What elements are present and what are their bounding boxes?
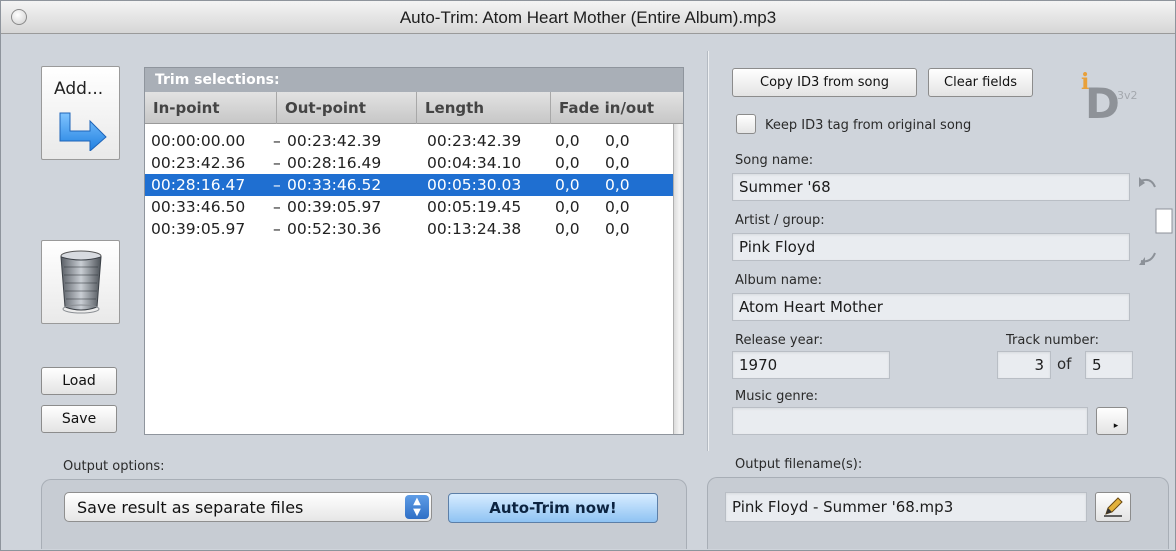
id3-logo-version: 3v2 bbox=[1117, 89, 1138, 102]
swap-arrows-icon[interactable] bbox=[1137, 173, 1173, 269]
id3-logo-icon: i D 3v2 bbox=[1077, 69, 1147, 129]
table-row[interactable]: 00:33:46.50 – 00:39:05.97 00:05:19.45 0,… bbox=[145, 196, 683, 218]
trim-rows: 00:00:00.00 – 00:23:42.39 00:23:42.39 0,… bbox=[145, 124, 683, 240]
cell-in-point: 00:23:42.36 bbox=[151, 154, 246, 172]
table-row[interactable]: 00:00:00.00 – 00:23:42.39 00:23:42.39 0,… bbox=[145, 130, 683, 152]
cell-dash: – bbox=[273, 132, 281, 150]
cell-out-point: 00:28:16.49 bbox=[287, 154, 382, 172]
column-header-fade[interactable]: Fade in/out bbox=[551, 92, 673, 124]
clear-fields-button[interactable]: Clear fields bbox=[928, 68, 1033, 97]
add-arrow-icon bbox=[59, 112, 107, 151]
keep-id3-label[interactable]: Keep ID3 tag from original song bbox=[765, 118, 971, 133]
cell-length: 00:04:34.10 bbox=[427, 154, 522, 172]
cell-length: 00:13:24.38 bbox=[427, 220, 522, 238]
panel-divider bbox=[707, 51, 709, 451]
cell-fade-in: 0,0 bbox=[555, 132, 580, 150]
id3-logo-d: D bbox=[1085, 79, 1120, 128]
track-number-label: Track number: bbox=[1006, 333, 1100, 348]
load-button[interactable]: Load bbox=[41, 367, 117, 395]
add-button[interactable]: Add... bbox=[41, 66, 120, 160]
table-row[interactable]: 00:28:16.47 – 00:33:46.52 00:05:30.03 0,… bbox=[145, 174, 683, 196]
cell-fade-out: 0,0 bbox=[605, 176, 630, 194]
table-scrollbar[interactable] bbox=[673, 124, 683, 434]
cell-dash: – bbox=[273, 198, 281, 216]
cell-length: 00:05:19.45 bbox=[427, 198, 522, 216]
cell-length: 00:05:30.03 bbox=[427, 176, 522, 194]
auto-trim-window: Auto-Trim: Atom Heart Mother (Entire Alb… bbox=[0, 0, 1176, 551]
cell-in-point: 00:33:46.50 bbox=[151, 198, 246, 216]
cell-in-point: 00:39:05.97 bbox=[151, 220, 246, 238]
cell-dash: – bbox=[273, 220, 281, 238]
album-label: Album name: bbox=[735, 273, 823, 288]
table-row[interactable]: 00:39:05.97 – 00:52:30.36 00:13:24.38 0,… bbox=[145, 218, 683, 240]
column-header-out-point[interactable]: Out-point bbox=[277, 92, 417, 124]
release-year-label: Release year: bbox=[735, 333, 824, 348]
cell-in-point: 00:28:16.47 bbox=[151, 176, 246, 194]
cell-in-point: 00:00:00.00 bbox=[151, 132, 246, 150]
save-button[interactable]: Save bbox=[41, 405, 117, 433]
cell-fade-out: 0,0 bbox=[605, 198, 630, 216]
cell-out-point: 00:52:30.36 bbox=[287, 220, 382, 238]
auto-trim-now-button[interactable]: Auto-Trim now! bbox=[448, 493, 658, 523]
output-options-label: Output options: bbox=[63, 459, 165, 474]
artist-label: Artist / group: bbox=[735, 213, 825, 228]
output-mode-value: Save result as separate files bbox=[77, 498, 304, 517]
cell-length: 00:23:42.39 bbox=[427, 132, 522, 150]
trim-selections-table[interactable]: Trim selections: In-point Out-point Leng… bbox=[144, 67, 684, 435]
cell-fade-out: 0,0 bbox=[605, 154, 630, 172]
song-name-field[interactable]: Summer '68 bbox=[732, 173, 1130, 201]
select-arrows-icon: ▲ ▼ bbox=[405, 495, 429, 519]
cell-fade-out: 0,0 bbox=[605, 220, 630, 238]
release-year-field[interactable]: 1970 bbox=[732, 351, 890, 379]
cell-out-point: 00:23:42.39 bbox=[287, 132, 382, 150]
cell-dash: – bbox=[273, 176, 281, 194]
column-header-length[interactable]: Length bbox=[417, 92, 551, 124]
pencil-icon bbox=[1104, 497, 1123, 517]
song-name-label: Song name: bbox=[735, 153, 814, 168]
trash-can-icon bbox=[60, 250, 102, 314]
cell-out-point: 00:33:46.52 bbox=[287, 176, 382, 194]
edit-filename-button[interactable] bbox=[1095, 492, 1131, 522]
cell-dash: – bbox=[273, 154, 281, 172]
add-button-label: Add... bbox=[54, 79, 104, 99]
keep-id3-checkbox[interactable] bbox=[736, 114, 756, 134]
album-field[interactable]: Atom Heart Mother bbox=[732, 293, 1130, 321]
cell-fade-out: 0,0 bbox=[605, 132, 630, 150]
trim-selections-title: Trim selections: bbox=[145, 68, 683, 92]
cell-out-point: 00:39:05.97 bbox=[287, 198, 382, 216]
column-header-in-point[interactable]: In-point bbox=[145, 92, 277, 124]
track-number-field[interactable]: 3 bbox=[997, 351, 1051, 379]
delete-selection-button[interactable] bbox=[41, 240, 120, 324]
track-total-field[interactable]: 5 bbox=[1085, 351, 1133, 379]
title-bar[interactable]: Auto-Trim: Atom Heart Mother (Entire Alb… bbox=[1, 1, 1175, 34]
output-mode-select[interactable]: Save result as separate files ▲ ▼ bbox=[64, 492, 432, 522]
copy-id3-button[interactable]: Copy ID3 from song bbox=[732, 68, 917, 97]
cell-fade-in: 0,0 bbox=[555, 176, 580, 194]
dropdown-arrow-icon: ▸ bbox=[1113, 421, 1119, 431]
trim-table-header: In-point Out-point Length Fade in/out bbox=[145, 92, 683, 124]
track-of-label: of bbox=[1057, 355, 1072, 373]
output-filename-field[interactable]: Pink Floyd - Summer '68.mp3 bbox=[725, 492, 1087, 522]
table-row[interactable]: 00:23:42.36 – 00:28:16.49 00:04:34.10 0,… bbox=[145, 152, 683, 174]
music-genre-label: Music genre: bbox=[735, 389, 819, 404]
cell-fade-in: 0,0 bbox=[555, 220, 580, 238]
cell-fade-in: 0,0 bbox=[555, 154, 580, 172]
genre-dropdown-button[interactable]: ▸ bbox=[1096, 407, 1128, 435]
window-title: Auto-Trim: Atom Heart Mother (Entire Alb… bbox=[399, 8, 777, 27]
cell-fade-in: 0,0 bbox=[555, 198, 580, 216]
music-genre-field[interactable] bbox=[732, 407, 1088, 435]
output-filename-label: Output filename(s): bbox=[735, 457, 863, 472]
artist-field[interactable]: Pink Floyd bbox=[732, 233, 1130, 261]
